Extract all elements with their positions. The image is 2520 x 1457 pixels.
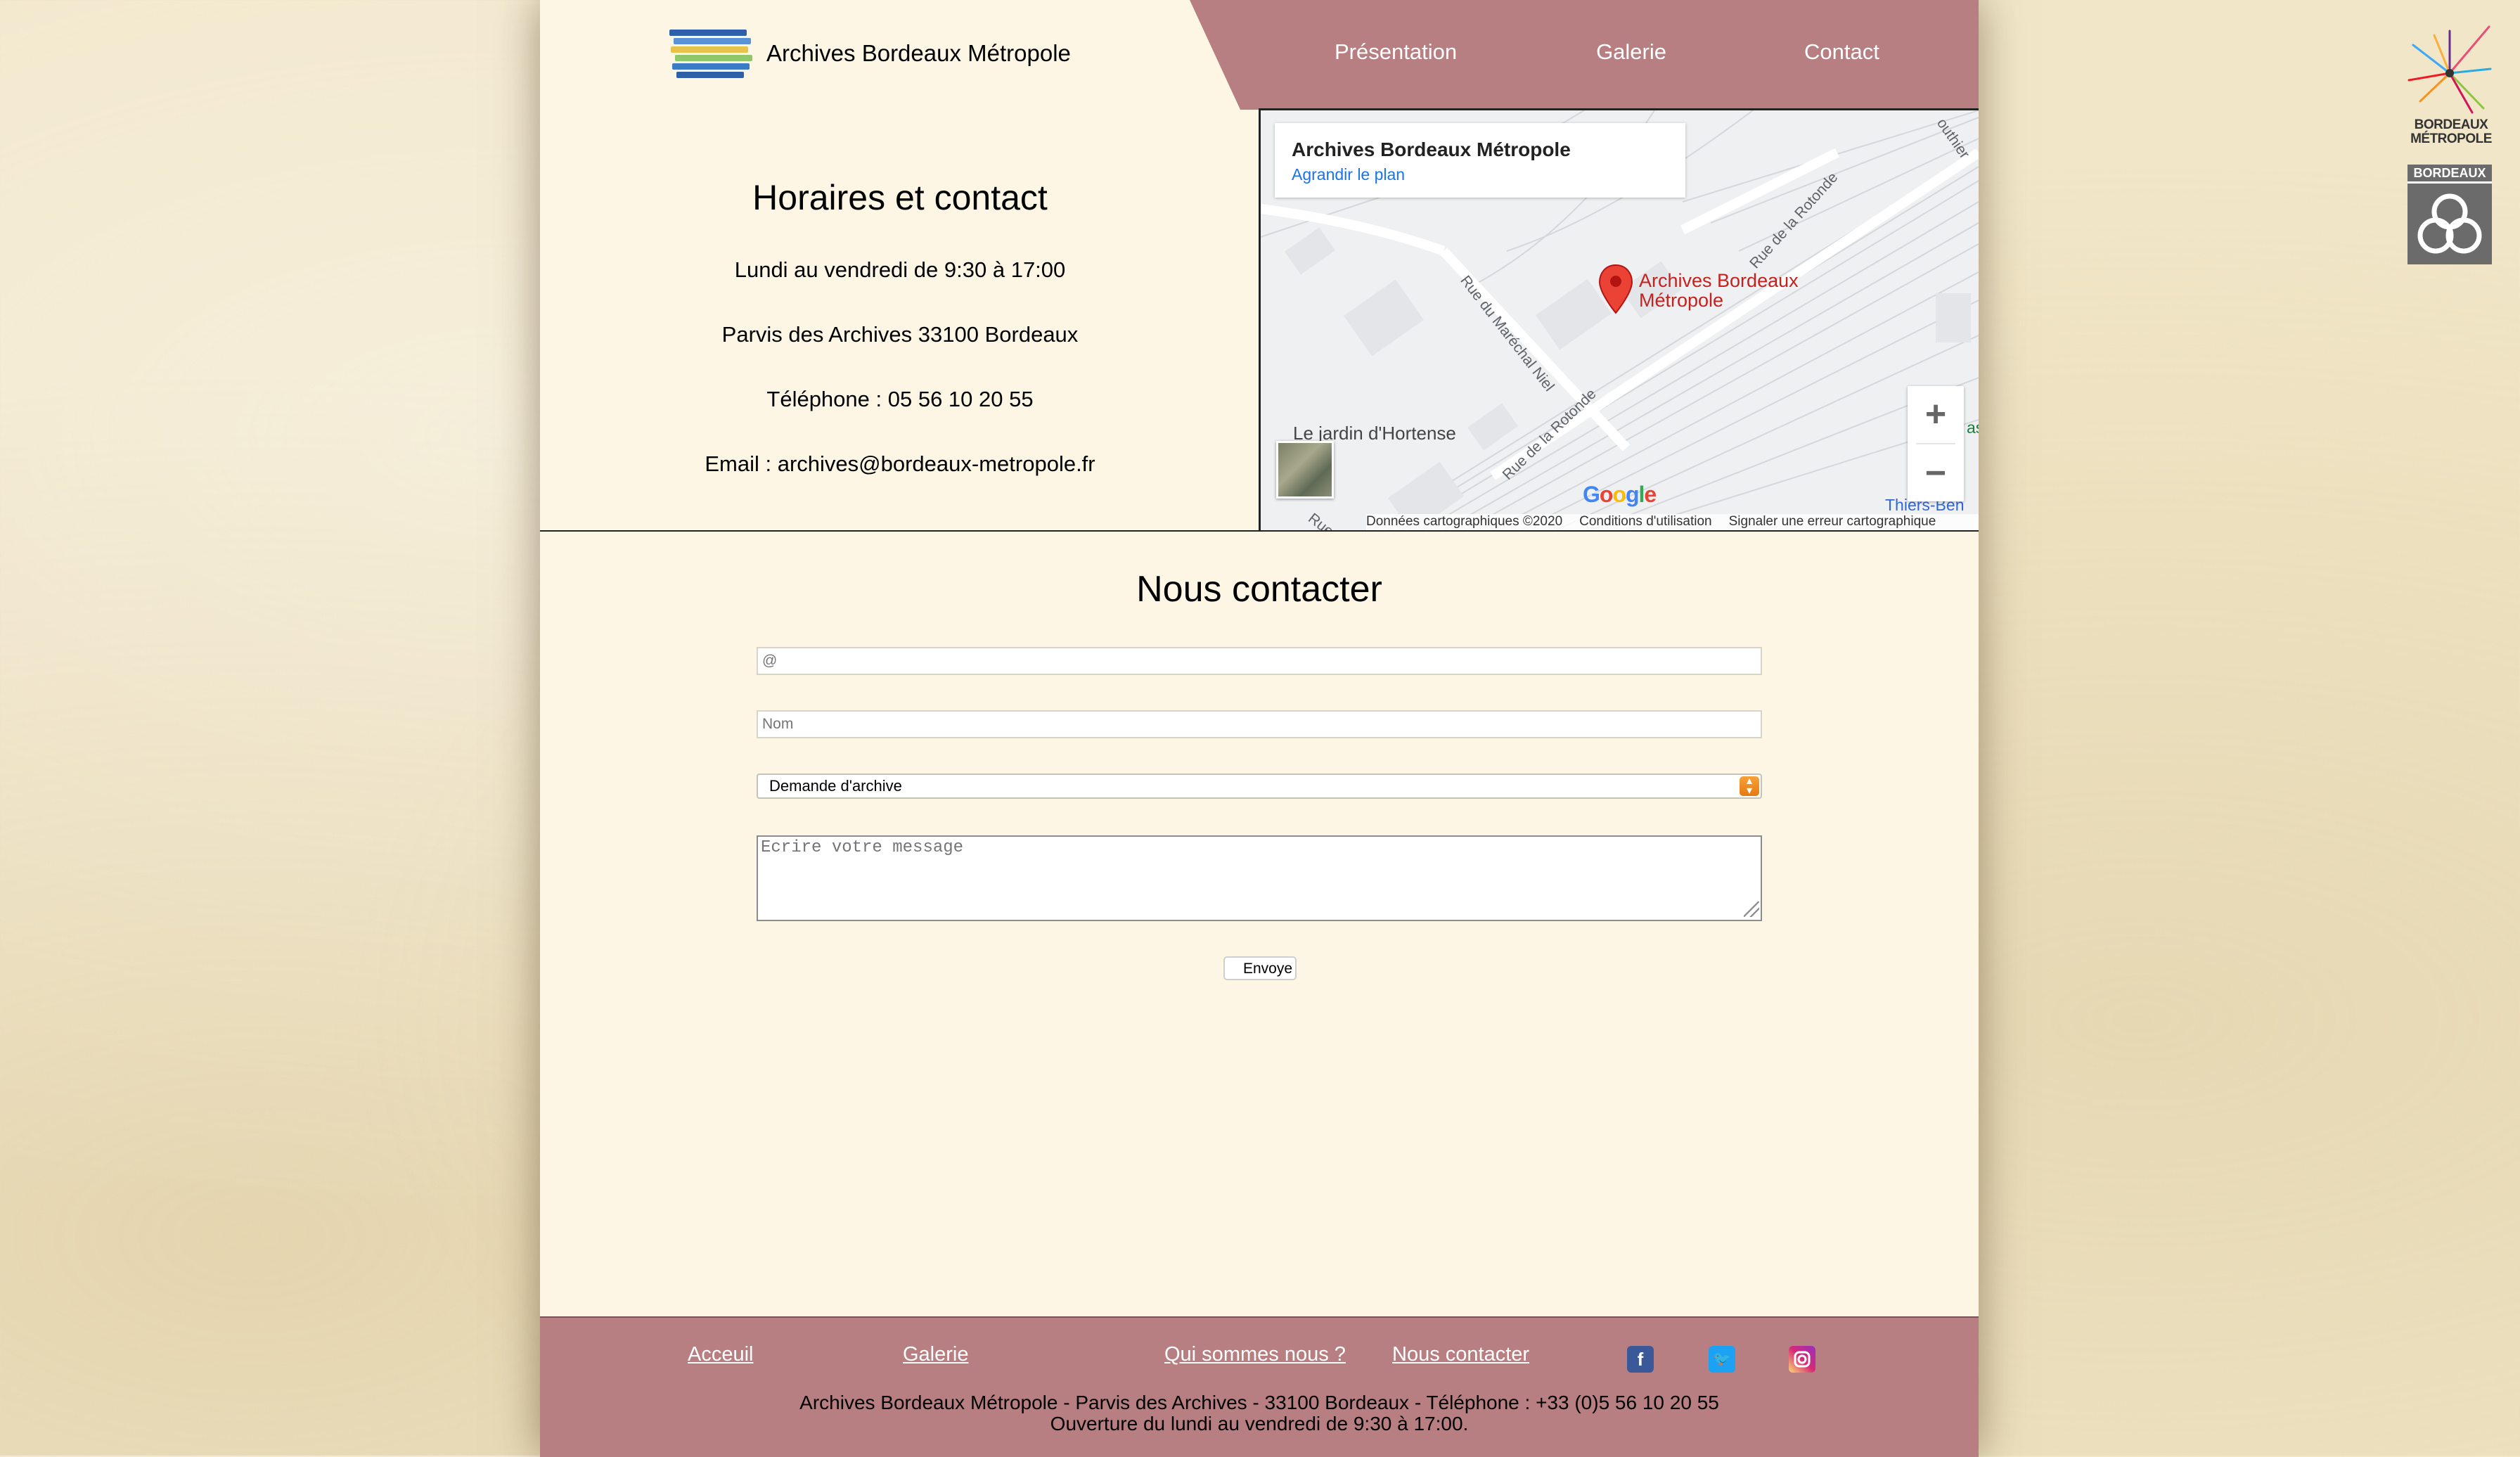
nav-contact[interactable]: Contact — [1804, 39, 1879, 65]
bordeaux-city-label: BORDEAUX — [2408, 165, 2492, 184]
hours-title: Horaires et contact — [752, 178, 1048, 217]
map-footer: Données cartographiques ©2020 Conditions… — [1366, 514, 1979, 530]
resize-handle-icon[interactable] — [1744, 901, 1759, 917]
bordeaux-crescents-icon — [2417, 193, 2482, 254]
instagram-icon[interactable] — [1789, 1346, 1815, 1373]
site-footer: Acceuil Galerie Qui sommes nous ? Nous c… — [540, 1316, 1979, 1457]
nav-galerie[interactable]: Galerie — [1596, 39, 1666, 65]
brand-title: Archives Bordeaux Métropole — [766, 40, 1071, 66]
footer-address-line: Archives Bordeaux Métropole - Parvis des… — [799, 1392, 1719, 1413]
map-report-link[interactable]: Signaler une erreur cartographique — [1729, 514, 1936, 530]
instagram-glyph-icon — [1794, 1351, 1811, 1368]
select-arrows-icon: ▴ ▾ — [1740, 776, 1759, 797]
nav-presentation[interactable]: Présentation — [1335, 39, 1457, 65]
send-button[interactable]: Envoye — [1223, 956, 1297, 980]
google-logo: Google — [1583, 482, 1657, 507]
map-data-credit: Données cartographiques ©2020 — [1366, 514, 1563, 529]
footer-link-accueil[interactable]: Acceuil — [688, 1343, 754, 1366]
footer-link-galerie[interactable]: Galerie — [903, 1343, 969, 1366]
enlarge-map-link[interactable]: Agrandir le plan — [1292, 165, 1405, 184]
footer-info: Archives Bordeaux Métropole - Parvis des… — [540, 1392, 1979, 1434]
email-field[interactable] — [757, 647, 1762, 675]
map-card-title: Archives Bordeaux Métropole — [1292, 139, 1571, 160]
satellite-toggle[interactable] — [1276, 441, 1334, 499]
twitter-icon[interactable]: 🐦 — [1709, 1346, 1735, 1373]
map-info-card: Archives Bordeaux Métropole Agrandir le … — [1275, 123, 1685, 198]
zoom-divider — [1916, 443, 1955, 444]
site-header: Archives Bordeaux Métropole Présentation… — [540, 0, 1979, 110]
zoom-in-button[interactable]: + — [1908, 386, 1964, 442]
map-marker-icon[interactable] — [1598, 264, 1633, 314]
marker-label-line2: Métropole — [1639, 290, 1724, 311]
message-field[interactable] — [757, 835, 1762, 921]
footer-link-contact[interactable]: Nous contacter — [1392, 1343, 1529, 1366]
archives-logo-icon — [669, 27, 752, 80]
page-container: Archives Bordeaux Métropole Présentation… — [540, 0, 1979, 1457]
marker-label-line1: Archives Bordeaux — [1639, 270, 1799, 291]
bm-line2: MÉTROPOLE — [2410, 131, 2492, 146]
zoom-out-button[interactable]: − — [1908, 445, 1964, 501]
zoom-controls: + − — [1908, 386, 1964, 501]
footer-link-about[interactable]: Qui sommes nous ? — [1164, 1343, 1346, 1366]
hours-contact-section: Horaires et contact Lundi au vendredi de… — [540, 110, 1260, 532]
name-field[interactable] — [757, 710, 1762, 738]
bordeaux-metropole-logo-text: BORDEAUX MÉTROPOLE — [2408, 118, 2495, 146]
subject-selected-value: Demande d'archive — [769, 777, 902, 795]
hours-text: Lundi au vendredi de 9:30 à 17:00 — [734, 257, 1066, 282]
bordeaux-city-logo[interactable]: BORDEAUX — [2408, 165, 2492, 264]
bm-line1: BORDEAUX — [2414, 117, 2488, 132]
subject-select[interactable]: Demande d'archive ▴ ▾ — [757, 774, 1762, 799]
address-text: Parvis des Archives 33100 Bordeaux — [721, 322, 1079, 347]
footer-hours-line: Ouverture du lundi au vendredi de 9:30 à… — [1050, 1413, 1469, 1434]
map-poi-label: as — [1967, 418, 1979, 437]
main-nav: Présentation Galerie Contact — [1335, 39, 1879, 65]
map-terms-link[interactable]: Conditions d'utilisation — [1579, 514, 1711, 530]
phone-text: Téléphone : 05 56 10 20 55 — [766, 387, 1034, 411]
brand[interactable]: Archives Bordeaux Métropole — [669, 27, 1071, 80]
contact-title: Nous contacter — [1136, 569, 1382, 610]
google-map[interactable]: Archives Bordeaux Métropole Agrandir le … — [1261, 110, 1979, 530]
contact-section: Nous contacter Demande d'archive ▴▾ Envo… — [540, 532, 1979, 1316]
email-text: Email : archives@bordeaux-metropole.fr — [705, 451, 1095, 476]
facebook-icon[interactable]: f — [1627, 1346, 1654, 1373]
